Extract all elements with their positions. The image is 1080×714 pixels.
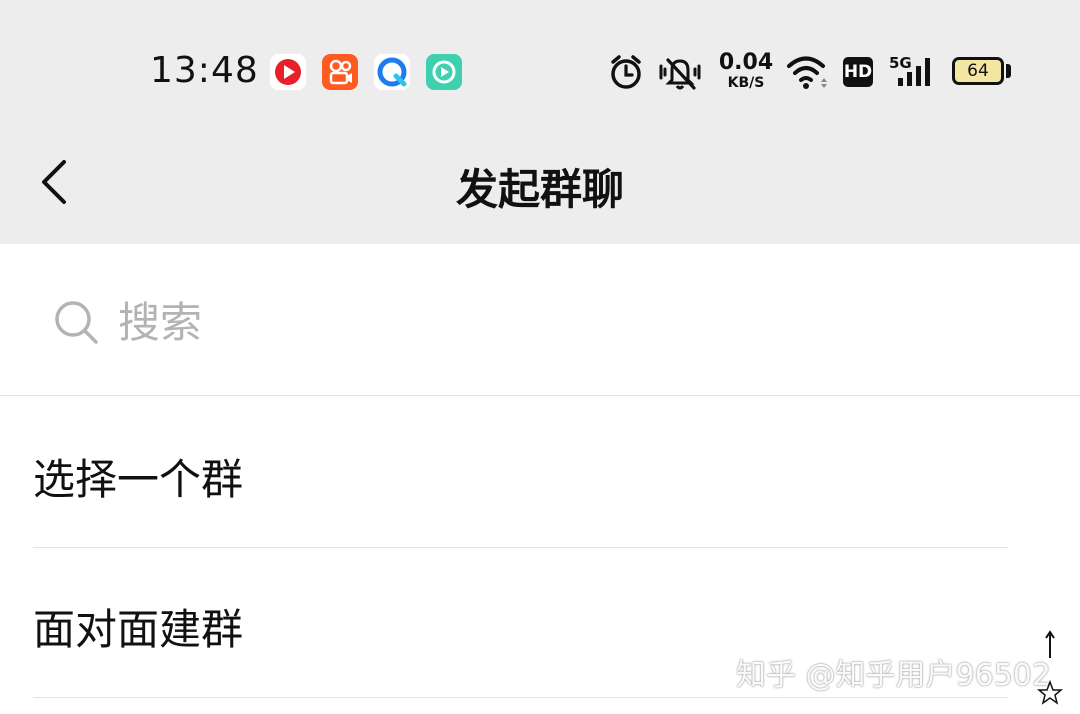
page-title: 发起群聊 (455, 165, 624, 214)
orange-video-app-icon (322, 54, 358, 90)
network-speed-unit: KB/S (727, 75, 765, 91)
search-input[interactable] (118, 294, 1018, 350)
status-bar: 13:48 0.04 KB/S HD 5G 64 (0, 0, 1080, 120)
battery-indicator: 64 (952, 57, 1004, 85)
red-play-app-icon (270, 54, 306, 90)
search-icon (55, 301, 98, 344)
cell-signal-icon (898, 58, 930, 86)
battery-level: 64 (967, 61, 989, 81)
vibrate-mute-icon (659, 58, 701, 90)
list-item-select-group[interactable]: 选择一个群 (0, 398, 1080, 548)
list-item-label: 选择一个群 (33, 455, 244, 504)
teal-media-app-icon (426, 54, 462, 90)
blue-browser-app-icon (374, 54, 410, 90)
alarm-clock-icon (611, 55, 641, 89)
search-bar[interactable] (0, 248, 1080, 396)
network-speed-value: 0.04 (718, 50, 774, 75)
battery-cap (1006, 64, 1011, 78)
screen: 13:48 0.04 KB/S HD 5G 64 发起群聊 搜索 选择一个群 面… (0, 0, 1080, 714)
corner-decoration-icon (1036, 630, 1064, 705)
status-time: 13:48 (150, 50, 259, 91)
nav-bar: 发起群聊 (0, 120, 1080, 244)
list-item-label: 面对面建群 (33, 605, 244, 654)
network-speed: 0.04 KB/S (716, 50, 776, 91)
wifi-icon (787, 56, 827, 89)
divider (33, 697, 1008, 698)
watermark: 知乎 @知乎用户96502 (736, 658, 1051, 693)
hd-badge: HD (843, 57, 873, 87)
